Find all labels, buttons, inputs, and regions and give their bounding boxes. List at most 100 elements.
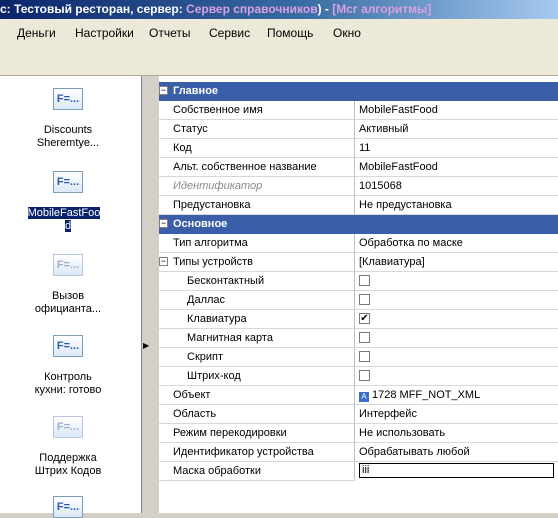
property-name: Бесконтактный [159,272,355,291]
property-value: 1015068 [355,177,558,196]
property-value[interactable]: MobileFastFood [355,158,558,177]
property-row-status[interactable]: Статус Активный [159,120,558,139]
property-value[interactable]: Интерфейс [355,405,558,424]
property-row-device-id[interactable]: Идентификатор устройства Обрабатывать лю… [159,443,558,462]
property-row-algorithm-type[interactable]: Тип алгоритма Обработка по маске [159,234,558,253]
list-item-label-line1: Поддержка [39,452,97,464]
property-row-identifier[interactable]: Идентификатор 1015068 [159,177,558,196]
checkbox-checked[interactable]: ✔ [359,313,370,324]
property-value[interactable]: MobileFastFood [355,101,558,120]
algorithm-icon: F=... [53,335,83,357]
property-value[interactable]: A 1728 MFF_NOT_XML [355,386,558,405]
menu-reports[interactable]: Отчеты [149,26,190,40]
property-row-preset[interactable]: Предустановка Не предустановка [159,196,558,215]
list-item-label-line2: d [64,220,72,232]
menu-money[interactable]: Деньги [17,26,56,40]
property-row-device-dallas[interactable]: Даллас [159,291,558,310]
category-label: Основное [173,218,228,230]
property-name: Область [159,405,355,424]
algorithm-icon: F=... [53,171,83,193]
list-item[interactable]: F=... Вызов официанта... [4,254,132,324]
property-row-object[interactable]: Объект A 1728 MFF_NOT_XML [159,386,558,405]
checkbox[interactable] [359,332,370,343]
property-name: Магнитная карта [159,329,355,348]
object-icon: A [359,392,369,402]
property-value[interactable]: Обработка по маске [355,234,558,253]
property-value[interactable]: Не предустановка [355,196,558,215]
property-row-recode-mode[interactable]: Режим перекодировки Не использовать [159,424,558,443]
algorithm-icon: F=... [53,416,83,438]
property-name: Статус [159,120,355,139]
property-value[interactable]: Не использовать [355,424,558,443]
property-value [355,291,558,310]
property-value [355,348,558,367]
menu-window[interactable]: Окно [333,26,361,40]
grid-gutter [150,76,159,513]
property-row-device-types[interactable]: − Типы устройств [Клавиатура] [159,253,558,272]
list-item-selected[interactable]: F=... MobileFastFoo d [4,171,132,241]
object-value: 1728 MFF_NOT_XML [372,389,481,401]
menu-bar: Деньги Настройки Отчеты Сервис Помощь Ок… [0,19,558,47]
checkbox[interactable] [359,370,370,381]
list-item-label-line2: Sheremtye... [36,137,100,149]
property-name: Идентификатор [159,177,355,196]
property-value [355,367,558,386]
checkbox[interactable] [359,294,370,305]
menu-help[interactable]: Помощь [267,26,313,40]
category-basic[interactable]: − Основное [159,215,558,234]
window-title-bar: с: Тестовый ресторан, сервер: Сервер спр… [0,0,558,19]
property-name: Предустановка [159,196,355,215]
list-item-label-line1: Discounts [43,124,93,136]
property-row-alt-name[interactable]: Альт. собственное название MobileFastFoo… [159,158,558,177]
property-row-device-script[interactable]: Скрипт [159,348,558,367]
property-name: Собственное имя [159,101,355,120]
property-value[interactable]: [Клавиатура] [355,253,558,272]
checkbox[interactable] [359,275,370,286]
toolbar [0,47,558,76]
property-name: Тип алгоритма [159,234,355,253]
property-row-device-keyboard[interactable]: Клавиатура ✔ [159,310,558,329]
property-value[interactable]: Активный [355,120,558,139]
property-row-device-magnetic[interactable]: Магнитная карта [159,329,558,348]
property-row-device-barcode[interactable]: Штрих-код [159,367,558,386]
category-main[interactable]: − Главное [159,82,558,101]
property-name: Код [159,139,355,158]
property-value[interactable]: 11 [355,139,558,158]
property-value [355,272,558,291]
collapse-icon[interactable]: − [159,86,168,95]
list-item-label-line2: официанта... [34,303,102,315]
property-row-device-contactless[interactable]: Бесконтактный [159,272,558,291]
window-title-middle: ) - [317,2,333,16]
property-row-mask[interactable]: Маска обработки iii [159,462,558,481]
checkbox[interactable] [359,351,370,362]
list-item-label-line1: MobileFastFoo [27,207,101,219]
collapse-icon[interactable]: − [159,219,168,228]
list-item[interactable]: F=... Контроль кухни: готово [4,335,132,405]
property-name: Альт. собственное название [159,158,355,177]
property-name: Режим перекодировки [159,424,355,443]
collapse-arrow-icon[interactable]: ▶ [143,341,149,350]
list-item[interactable]: F=... Поддержка Штрих Кодов } [4,416,132,486]
property-name: Маска обработки [159,462,355,481]
property-value [355,329,558,348]
algorithm-icon: F=... [53,88,83,110]
category-label: Главное [173,85,219,97]
algorithm-list: F=... Discounts Sheremtye... F=... Mobil… [0,76,141,518]
property-row-area[interactable]: Область Интерфейс [159,405,558,424]
property-row-own-name[interactable]: Собственное имя MobileFastFood [159,101,558,120]
menu-settings[interactable]: Настройки [75,26,134,40]
mask-input[interactable]: iii [359,463,554,478]
property-value: ✔ [355,310,558,329]
property-name: Даллас [159,291,355,310]
list-item[interactable]: F=... Discounts Sheremtye... [4,88,132,158]
list-item-label-line2: Штрих Кодов [34,465,102,477]
property-value[interactable]: Обрабатывать любой [355,443,558,462]
property-row-code[interactable]: Код 11 [159,139,558,158]
pane-splitter[interactable]: ▶ [141,76,150,513]
property-name: Идентификатор устройства [159,443,355,462]
property-grid: − Главное Собственное имя MobileFastFood… [150,76,558,513]
list-item[interactable]: F=... [4,496,132,518]
property-name: Объект [159,386,355,405]
menu-service[interactable]: Сервис [209,26,250,40]
list-item-label-line1: Контроль [44,371,92,383]
